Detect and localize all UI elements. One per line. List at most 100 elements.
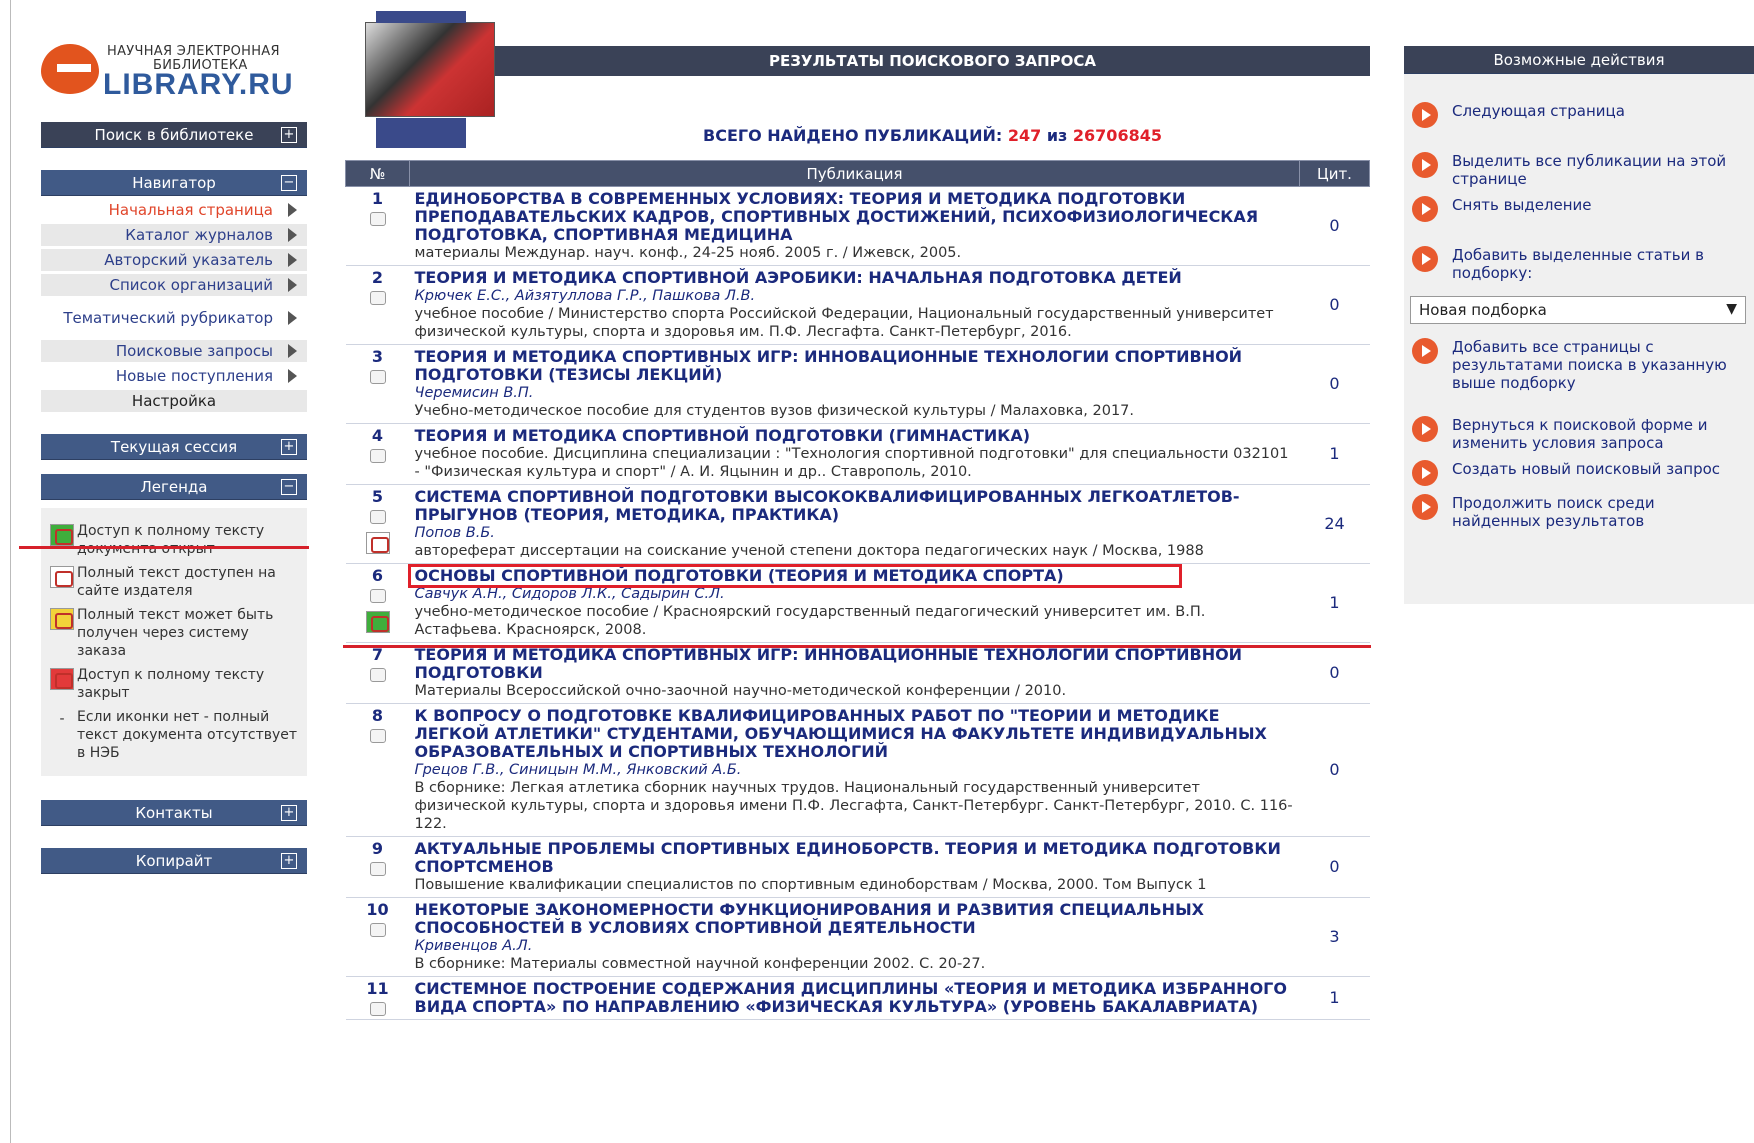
play-circle-icon xyxy=(1412,494,1438,520)
action-actions2-2[interactable]: Вернуться к поисковой форме и изменить у… xyxy=(1412,408,1746,452)
table-row: 5 СИСТЕМА СПОРТИВНОЙ ПОДГОТОВКИ ВЫСОКОКВА… xyxy=(345,484,1370,564)
row-checkbox[interactable] xyxy=(369,729,386,743)
row-number: 6 xyxy=(371,566,384,585)
row-checkbox[interactable] xyxy=(369,449,386,463)
legend-bar[interactable]: Легенда − xyxy=(41,474,307,500)
publication-authors[interactable]: Черемисин В.П. xyxy=(415,384,1295,402)
publication-source: материалы Междунар. науч. конф., 24-25 н… xyxy=(414,245,962,261)
action-actions-4[interactable]: Добавить выделенные статьи в подборку: xyxy=(1412,238,1746,282)
results-table: № Публикация Цит. 1 ЕДИНОБОРСТВА В СОВРЕМ… xyxy=(345,160,1370,1020)
collapse-icon[interactable]: − xyxy=(281,175,297,191)
pdf-open-icon[interactable] xyxy=(365,611,390,633)
nav-item-7[interactable]: Новые поступления xyxy=(41,365,307,387)
row-checkbox[interactable] xyxy=(369,1002,386,1016)
collapse-icon[interactable]: − xyxy=(281,479,297,495)
publication-title-link[interactable]: ТЕОРИЯ И МЕТОДИКА СПОРТИВНЫХ ИГР: ИННОВА… xyxy=(415,646,1295,682)
publication-source: В сборнике: Легкая атлетика сборник науч… xyxy=(414,780,1293,832)
row-checkbox[interactable] xyxy=(369,862,386,876)
publication-title-link[interactable]: АКТУАЛЬНЫЕ ПРОБЛЕМЫ СПОРТИВНЫХ ЕДИНОБОРС… xyxy=(415,840,1295,876)
row-checkbox[interactable] xyxy=(369,589,386,603)
row-checkbox[interactable] xyxy=(369,370,386,384)
row-checkbox[interactable] xyxy=(369,291,386,305)
citations-cell[interactable]: 0 xyxy=(1299,836,1370,898)
nav-item-8[interactable]: Настройка xyxy=(41,390,307,412)
publication-title-link[interactable]: СИСТЕМНОЕ ПОСТРОЕНИЕ СОДЕРЖАНИЯ ДИСЦИПЛИ… xyxy=(415,980,1295,1016)
copyright-bar[interactable]: Копирайт + xyxy=(41,848,307,874)
action-actions-3[interactable]: Снять выделение xyxy=(1412,188,1746,222)
legend-item: Доступ к полному тексту документа открыт xyxy=(47,522,301,558)
citations-cell[interactable]: 1 xyxy=(1299,423,1370,485)
chevron-right-icon[interactable] xyxy=(288,203,297,217)
expand-icon[interactable]: + xyxy=(281,853,297,869)
nav-item-label: Новые поступления xyxy=(115,367,273,385)
citations-cell[interactable]: 3 xyxy=(1299,897,1370,977)
collection-select[interactable]: Новая подборка xyxy=(1410,296,1746,324)
citations-cell[interactable]: 0 xyxy=(1299,186,1370,266)
row-number-cell: 8 xyxy=(345,703,410,837)
action-actions2-4[interactable]: Продолжить поиск среди найденных результ… xyxy=(1412,486,1746,530)
nav-item-6[interactable]: Поисковые запросы xyxy=(41,340,307,362)
action-actions-1[interactable]: Следующая страница xyxy=(1412,94,1746,128)
row-number-cell: 5 xyxy=(345,484,410,564)
row-checkbox[interactable] xyxy=(369,212,386,226)
row-number: 4 xyxy=(371,426,384,445)
nav-item-3[interactable]: Авторский указатель xyxy=(41,249,307,271)
table-row: 3 ТЕОРИЯ И МЕТОДИКА СПОРТИВНЫХ ИГР: ИННОВ… xyxy=(345,344,1370,424)
pdf-publisher-icon[interactable] xyxy=(365,532,390,554)
publication-authors[interactable]: Крючек Е.С., Айзятуллова Г.Р., Пашкова Л… xyxy=(415,287,1295,305)
publication-title-link[interactable]: ТЕОРИЯ И МЕТОДИКА СПОРТИВНЫХ ИГР: ИННОВА… xyxy=(415,348,1295,384)
nav-item-1[interactable]: Начальная страница xyxy=(41,199,307,221)
current-session-bar[interactable]: Текущая сессия + xyxy=(41,434,307,460)
row-number-cell: 3 xyxy=(345,344,410,424)
elibrary-logo[interactable]: НАУЧНАЯ ЭЛЕКТРОННАЯ БИБЛИОТЕКА LIBRARY.R… xyxy=(41,30,307,110)
citations-cell[interactable]: 1 xyxy=(1299,976,1370,1020)
citations-cell[interactable]: 0 xyxy=(1299,703,1370,837)
citations-cell[interactable]: 0 xyxy=(1299,265,1370,345)
search-library-bar[interactable]: Поиск в библиотеке + xyxy=(41,122,307,148)
chevron-right-icon[interactable] xyxy=(288,278,297,292)
chevron-right-icon[interactable] xyxy=(288,344,297,358)
expand-icon[interactable]: + xyxy=(281,439,297,455)
nav-item-2[interactable]: Каталог журналов xyxy=(41,224,307,246)
action-actions-2[interactable]: Выделить все публикации на этой странице xyxy=(1412,144,1746,188)
nav-item-4[interactable]: Список организаций xyxy=(41,274,307,296)
publication-title-link[interactable]: СИСТЕМА СПОРТИВНОЙ ПОДГОТОВКИ ВЫСОКОКВАЛ… xyxy=(415,488,1295,524)
chevron-right-icon[interactable] xyxy=(288,369,297,383)
annotation-underline-legend xyxy=(19,546,309,549)
expand-icon[interactable]: + xyxy=(281,805,297,821)
chevron-right-icon[interactable] xyxy=(288,311,297,325)
publication-authors[interactable]: Попов В.Б. xyxy=(415,524,1295,542)
action-actions2-1[interactable]: Добавить все страницы с результатами пои… xyxy=(1412,330,1746,392)
chevron-right-icon[interactable] xyxy=(288,253,297,267)
citations-cell[interactable]: 24 xyxy=(1299,484,1370,564)
row-checkbox[interactable] xyxy=(369,668,386,682)
row-checkbox[interactable] xyxy=(369,923,386,937)
publication-cell: ЕДИНОБОРСТВА В СОВРЕМЕННЫХ УСЛОВИЯХ: ТЕО… xyxy=(409,186,1300,266)
legend-icon-cell xyxy=(47,666,77,702)
publication-cell: ТЕОРИЯ И МЕТОДИКА СПОРТИВНЫХ ИГР: ИННОВА… xyxy=(409,344,1300,424)
publication-title-link[interactable]: К ВОПРОСУ О ПОДГОТОВКЕ КВАЛИФИЦИРОВАННЫХ… xyxy=(415,707,1295,761)
publication-title-link[interactable]: НЕКОТОРЫЕ ЗАКОНОМЕРНОСТИ ФУНКЦИОНИРОВАНИ… xyxy=(415,901,1295,937)
publication-title-link[interactable]: ТЕОРИЯ И МЕТОДИКА СПОРТИВНОЙ ПОДГОТОВКИ … xyxy=(415,427,1295,445)
row-number: 7 xyxy=(371,645,384,664)
citations-cell[interactable]: 0 xyxy=(1299,642,1370,704)
table-row: 9 АКТУАЛЬНЫЕ ПРОБЛЕМЫ СПОРТИВНЫХ ЕДИНОБОР… xyxy=(345,836,1370,898)
navigator-bar[interactable]: Навигатор − xyxy=(41,170,307,196)
publication-source: Учебно-методическое пособие для студенто… xyxy=(414,403,1135,419)
publication-title-link[interactable]: ЕДИНОБОРСТВА В СОВРЕМЕННЫХ УСЛОВИЯХ: ТЕО… xyxy=(415,190,1295,244)
nav-item-label: Начальная страница xyxy=(108,201,273,219)
publication-authors[interactable]: Кривенцов А.Л. xyxy=(415,937,1295,955)
table-row: 2 ТЕОРИЯ И МЕТОДИКА СПОРТИВНОЙ АЭРОБИКИ: … xyxy=(345,265,1370,345)
current-session-label: Текущая сессия xyxy=(110,437,238,456)
contacts-bar[interactable]: Контакты + xyxy=(41,800,307,826)
chevron-right-icon[interactable] xyxy=(288,228,297,242)
citations-cell[interactable]: 0 xyxy=(1299,344,1370,424)
citations-cell[interactable]: 1 xyxy=(1299,563,1370,643)
publication-authors[interactable]: Грецов Г.В., Синицын М.М., Янковский А.Б… xyxy=(415,761,1295,779)
row-checkbox[interactable] xyxy=(369,510,386,524)
annotation-underline-row xyxy=(342,644,1371,648)
publication-title-link[interactable]: ТЕОРИЯ И МЕТОДИКА СПОРТИВНОЙ АЭРОБИКИ: Н… xyxy=(415,269,1295,287)
expand-icon[interactable]: + xyxy=(281,127,297,143)
nav-item-5[interactable]: Тематический рубрикатор xyxy=(41,299,307,337)
action-actions2-3[interactable]: Создать новый поисковый запрос xyxy=(1412,452,1746,486)
